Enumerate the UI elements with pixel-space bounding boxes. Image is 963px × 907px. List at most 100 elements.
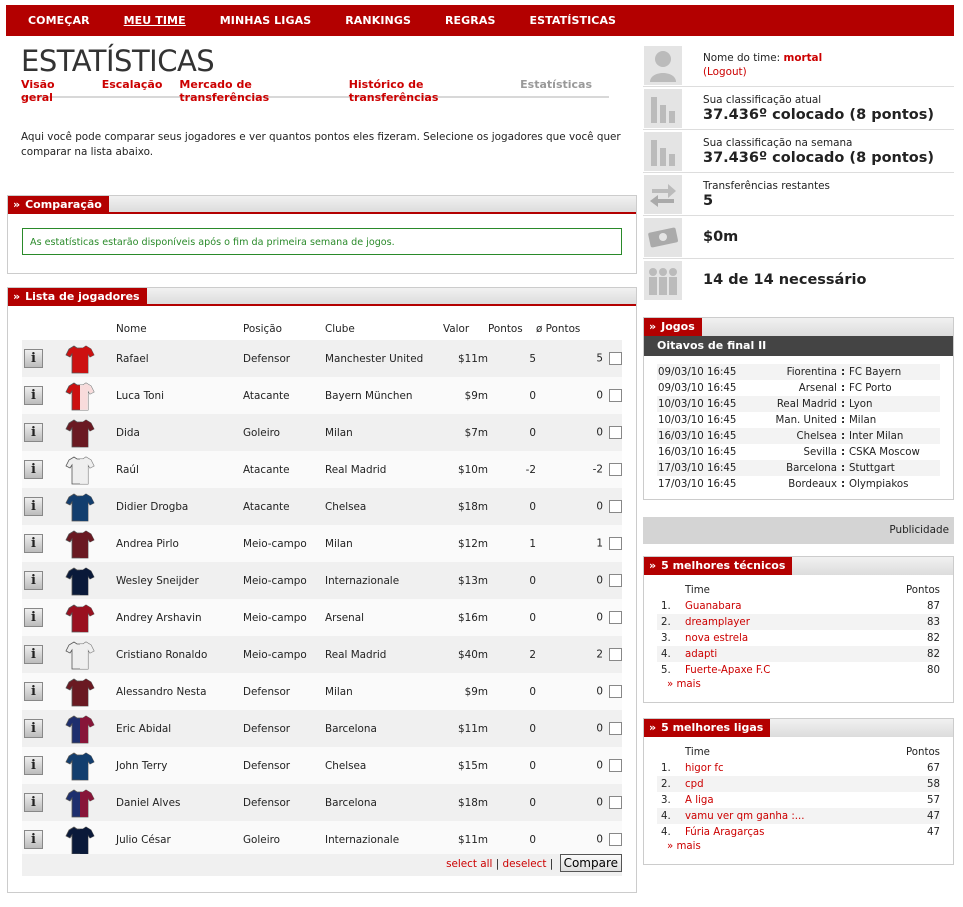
player-club: Real Madrid [325,451,443,488]
shirt-icon [65,530,95,558]
player-avg-points: 0 [596,426,603,439]
player-select-checkbox[interactable] [609,759,622,772]
match-home: Fiorentina [757,364,837,380]
rank-row: Sua classificação atual 37.436º colocado… [643,87,954,130]
more-leagues-link[interactable]: » mais [667,841,953,852]
info-button[interactable]: i [24,571,43,590]
player-select-checkbox[interactable] [609,389,622,402]
info-button[interactable]: i [24,386,43,405]
match-away: Inter Milan [849,428,940,444]
arrow-icon: » [13,290,21,303]
player-value: $9m [443,377,488,414]
player-name: Julio César [100,821,243,858]
players-body: i Rafael Defensor Manchester United $11m 5 5 i L… [22,340,622,858]
more-managers-link[interactable]: » mais [667,679,953,690]
rank-name-link[interactable]: cpd [685,776,884,792]
info-cell: i [22,377,52,414]
rank-points: 47 [883,824,940,840]
info-button[interactable]: i [24,756,43,775]
rank-name-link[interactable]: A liga [685,792,884,808]
subnav-estatisticas[interactable]: Estatísticas [520,78,592,91]
player-select-checkbox[interactable] [609,500,622,513]
compare-button[interactable]: Compare [559,854,622,872]
player-club: Arsenal [325,599,443,636]
week-rank-value: 37.436º colocado (8 pontos) [703,149,935,166]
subnav-historico[interactable]: Histórico de transferências [349,78,503,104]
nav-comecar[interactable]: COMEÇAR [28,14,90,27]
info-button[interactable]: i [24,608,43,627]
rank-header-row: Time Pontos [657,745,940,760]
rank-number: 2. [657,614,685,630]
info-button[interactable]: i [24,460,43,479]
info-button[interactable]: i [24,719,43,738]
info-button[interactable]: i [24,349,43,368]
player-select-checkbox[interactable] [609,648,622,661]
arrow-icon: » [649,320,657,333]
player-select-checkbox[interactable] [609,722,622,735]
player-list-header: » Lista de jogadores [8,288,636,306]
rank-name-link[interactable]: Fúria Aragarças [685,824,884,840]
match-row: 10/03/10 16:45 Real Madrid: Lyon [657,396,940,412]
subnav-escalacao[interactable]: Escalação [102,78,163,91]
deselect-link[interactable]: deselect [503,858,547,870]
shirt-icon [65,604,95,632]
nav-minhas-ligas[interactable]: MINHAS LIGAS [220,14,311,27]
player-select-checkbox[interactable] [609,611,622,624]
rank-name-link[interactable]: higor fc [685,760,884,776]
player-select-checkbox[interactable] [609,833,622,846]
list-footer: select all | deselect | Compare [22,854,622,876]
nav-rankings[interactable]: RANKINGS [345,14,411,27]
player-name: Didier Drogba [100,488,243,525]
player-select-checkbox[interactable] [609,574,622,587]
rank-points: 83 [867,614,940,630]
info-button[interactable]: i [24,830,43,849]
subnav-mercado[interactable]: Mercado de transferências [179,78,331,104]
player-select-checkbox[interactable] [609,537,622,550]
player-name: Luca Toni [100,377,243,414]
info-cell: i [22,784,52,821]
player-club: Real Madrid [325,636,443,673]
info-button[interactable]: i [24,497,43,516]
player-select-checkbox[interactable] [609,426,622,439]
rank-row: 2. cpd 58 [657,776,940,792]
player-select-checkbox[interactable] [609,352,622,365]
subnav-visao-geral[interactable]: Visão geral [21,78,85,104]
logout-link[interactable]: (Logout) [703,66,747,78]
rank-name-link[interactable]: Guanabara [685,598,868,614]
rank-row: 4. Fúria Aragarças 47 [657,824,940,840]
nav-regras[interactable]: REGRAS [445,14,496,27]
rank-name-link[interactable]: dreamplayer [685,614,868,630]
info-button[interactable]: i [24,793,43,812]
rank-name-link[interactable]: Fuerte-Apaxe F.C [685,662,868,678]
select-all-link[interactable]: select all [446,858,492,870]
player-avg-points: 0 [596,611,603,624]
user-avatar-icon [644,45,682,85]
transfers-label: Transferências restantes [703,179,830,192]
rank-name-link[interactable]: adapti [685,646,868,662]
table-row: i Dida Goleiro Milan $7m 0 0 [22,414,622,451]
rank-name-link[interactable]: vamu ver qm ganha :... [685,808,884,824]
transfers-text: Transferências restantes 5 [703,179,830,210]
player-select-checkbox[interactable] [609,685,622,698]
team-name-label: Nome do time: [703,52,781,64]
match-separator: : [837,428,849,444]
rank-number: 4. [657,808,685,824]
header-nome: Nome [116,323,147,335]
player-select-checkbox[interactable] [609,796,622,809]
nav-meu-time[interactable]: MEU TIME [124,14,186,27]
player-select-checkbox[interactable] [609,463,622,476]
rank-header-row: Time Pontos [657,583,940,598]
info-button[interactable]: i [24,645,43,664]
shirt-cell [52,340,100,377]
rank-number: 1. [657,598,685,614]
player-position: Defensor [243,710,325,747]
info-button[interactable]: i [24,423,43,442]
player-avg-points-cell: 0 [536,784,622,821]
shirt-cell [52,636,100,673]
rank-name-link[interactable]: nova estrela [685,630,868,646]
info-button[interactable]: i [24,682,43,701]
info-cell: i [22,636,52,673]
bar-chart-icon [644,131,682,171]
nav-estatisticas[interactable]: ESTATÍSTICAS [530,14,617,27]
info-button[interactable]: i [24,534,43,553]
